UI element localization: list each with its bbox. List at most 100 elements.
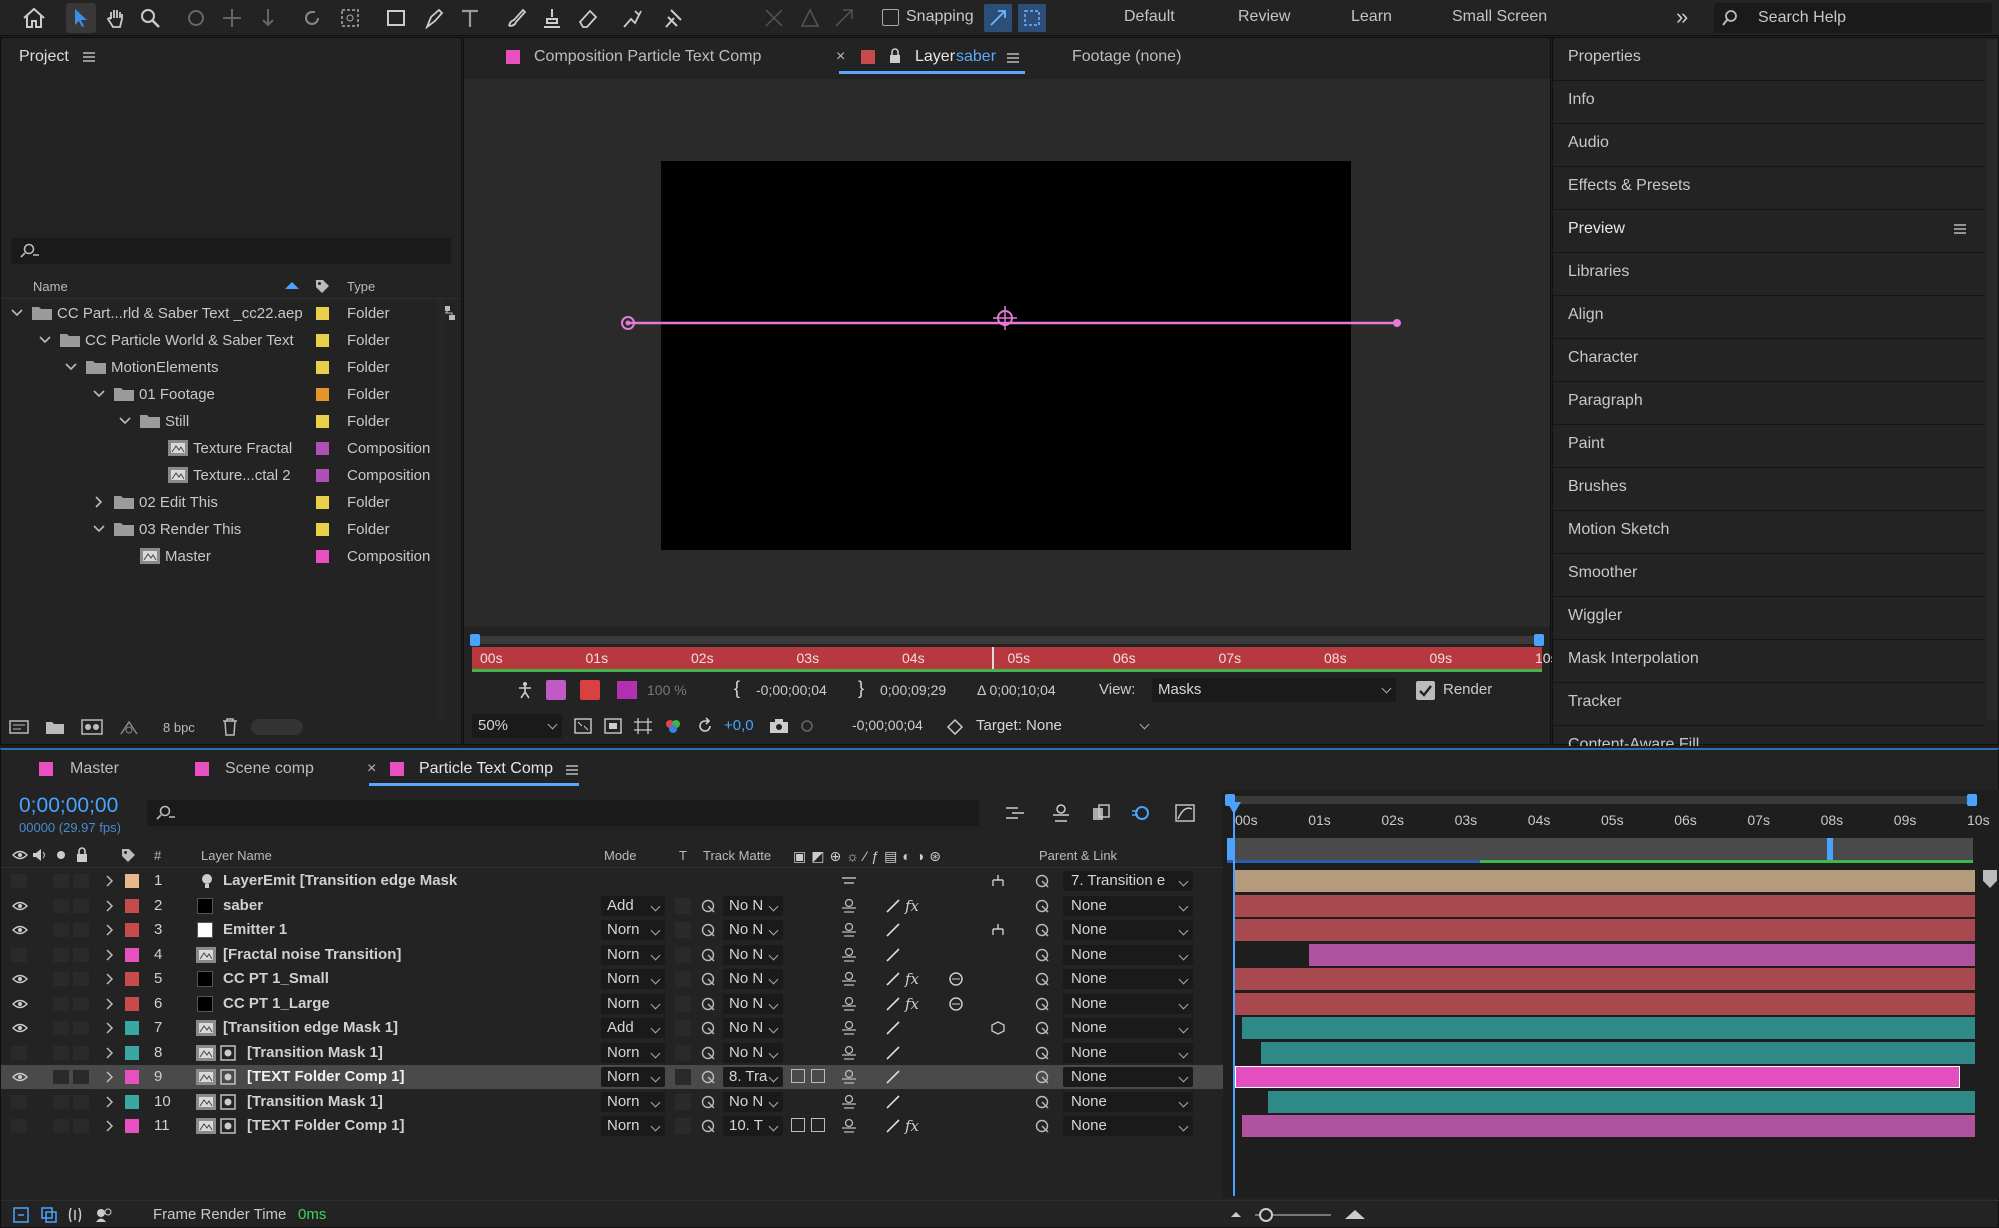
- lock-toggle[interactable]: [73, 874, 89, 888]
- layer-label-color[interactable]: [125, 874, 139, 888]
- viewer-time-navigator[interactable]: [470, 634, 1544, 646]
- project-settings-icon[interactable]: [117, 716, 141, 738]
- shy-switch-icon[interactable]: [839, 1118, 859, 1134]
- eye-icon[interactable]: [11, 971, 29, 987]
- motion-blur-switch-icon[interactable]: [947, 970, 965, 988]
- eye-icon[interactable]: [11, 922, 29, 938]
- layer-name[interactable]: [TEXT Folder Comp 1]: [247, 1068, 405, 1085]
- layer-label-color[interactable]: [125, 1070, 139, 1084]
- grid-guides-icon[interactable]: [632, 716, 654, 736]
- solo-toggle[interactable]: [53, 996, 69, 1011]
- label-color-swatch[interactable]: [316, 469, 329, 482]
- shy-switch-icon[interactable]: [839, 1069, 859, 1085]
- inverted-matte-icon[interactable]: [811, 1118, 825, 1132]
- workspace-learn[interactable]: Learn: [1351, 8, 1392, 26]
- chevron-right-icon[interactable]: [105, 1071, 115, 1083]
- blend-mode-dropdown[interactable]: Add: [601, 895, 665, 916]
- panel-item-tracker[interactable]: Tracker: [1568, 693, 1622, 711]
- audio-speaker-icon[interactable]: [31, 846, 49, 864]
- layer-row[interactable]: 6 CC PT 1_Large Norn No N fx None: [1, 992, 1223, 1016]
- rectangle-tool-icon[interactable]: [382, 4, 410, 32]
- eye-icon[interactable]: [11, 1020, 29, 1036]
- layer-name[interactable]: CC PT 1_Small: [223, 970, 329, 987]
- blend-mode-dropdown[interactable]: Norn: [601, 1091, 665, 1112]
- tab-scene-comp[interactable]: Scene comp: [225, 760, 314, 778]
- comp-flowchart-icon[interactable]: [1003, 802, 1027, 824]
- blend-mode-dropdown[interactable]: Norn: [601, 920, 665, 940]
- parent-dropdown[interactable]: None: [1063, 944, 1193, 965]
- frame-blending-icon[interactable]: [1089, 802, 1113, 824]
- layer-duration-bar[interactable]: [1235, 1066, 1961, 1088]
- shy-switch-icon[interactable]: [839, 1094, 859, 1110]
- shy-switch-icon[interactable]: [839, 898, 859, 914]
- solo-toggle[interactable]: [53, 874, 69, 888]
- project-item[interactable]: Texture...ctal 2 Composition: [1, 462, 441, 489]
- shy-switch-icon[interactable]: [839, 1020, 859, 1036]
- layer-duration-bar[interactable]: [1260, 1041, 1975, 1064]
- composition-tab[interactable]: Composition Particle Text Comp: [534, 48, 761, 66]
- chevron-down-icon[interactable]: [119, 414, 131, 428]
- parent-dropdown[interactable]: None: [1063, 1042, 1193, 1063]
- render-time-toggle-icon[interactable]: [93, 1205, 113, 1225]
- panel-item-align[interactable]: Align: [1568, 306, 1604, 324]
- eraser-tool-icon[interactable]: [574, 4, 602, 32]
- parent-pickwhip-icon[interactable]: [1033, 922, 1051, 938]
- panel-item-effects-presets[interactable]: Effects & Presets: [1568, 177, 1690, 195]
- workspace-small-screen[interactable]: Small Screen: [1452, 8, 1547, 26]
- lock-toggle[interactable]: [73, 1094, 89, 1109]
- layer-name[interactable]: [Fractal noise Transition]: [223, 946, 401, 963]
- label-color-swatch[interactable]: [316, 415, 329, 428]
- layer-duration-bar[interactable]: [1235, 870, 1975, 892]
- lock-toggle[interactable]: [73, 972, 89, 986]
- in-out-toggle-icon[interactable]: [65, 1205, 85, 1225]
- panel-item-audio[interactable]: Audio: [1568, 134, 1609, 152]
- pickwhip-icon[interactable]: [699, 922, 717, 938]
- hand-tool-icon[interactable]: [102, 4, 130, 32]
- panel-item-info[interactable]: Info: [1568, 91, 1595, 109]
- blend-mode-dropdown[interactable]: Norn: [601, 969, 665, 989]
- blend-mode-dropdown[interactable]: Add: [601, 1018, 665, 1038]
- preserve-transparency-toggle[interactable]: [675, 971, 691, 987]
- track-matte-dropdown[interactable]: No N: [723, 1018, 783, 1038]
- lock-icon[interactable]: [73, 846, 91, 864]
- parent-pickwhip-icon[interactable]: [1033, 1094, 1051, 1110]
- preserve-transparency-toggle[interactable]: [675, 1069, 691, 1085]
- effects-fx-icon[interactable]: fx: [905, 970, 919, 988]
- layer-name[interactable]: CC PT 1_Large: [223, 995, 330, 1012]
- track-matte-dropdown[interactable]: 8. Tra: [723, 1067, 783, 1087]
- quality-switch-icon[interactable]: [885, 922, 901, 938]
- dolly-camera-icon[interactable]: [254, 4, 282, 32]
- chevron-right-icon[interactable]: [105, 1095, 115, 1108]
- render-stop-icon[interactable]: [580, 680, 600, 700]
- project-item[interactable]: 02 Edit This Folder: [1, 489, 441, 516]
- footage-tab[interactable]: Footage (none): [1072, 48, 1181, 66]
- shy-switch-icon[interactable]: [839, 1045, 859, 1061]
- layer-switches-toggle-icon[interactable]: [11, 1205, 31, 1225]
- quality-switch-icon[interactable]: [885, 1045, 901, 1061]
- render-checkbox[interactable]: [1416, 681, 1435, 700]
- navigator-end-handle[interactable]: [1967, 794, 1977, 806]
- project-item[interactable]: Still Folder: [1, 408, 441, 435]
- inverted-matte-icon[interactable]: [811, 1069, 825, 1083]
- in-point-time[interactable]: -0;00;00;04: [756, 682, 827, 698]
- eye-toggle-empty[interactable]: [11, 1119, 27, 1133]
- panel-menu-icon[interactable]: [81, 49, 97, 65]
- brush-tool-icon[interactable]: [502, 4, 530, 32]
- panel-item-character[interactable]: Character: [1568, 349, 1638, 367]
- pickwhip-icon[interactable]: [699, 1118, 717, 1134]
- label-tag-icon[interactable]: [313, 277, 331, 295]
- lock-toggle[interactable]: [73, 898, 89, 913]
- alpha-matte-icon[interactable]: [791, 1118, 805, 1132]
- pickwhip-icon[interactable]: [699, 1045, 717, 1061]
- parent-pickwhip-icon[interactable]: [1033, 873, 1051, 889]
- effects-fx-icon[interactable]: fx: [905, 897, 919, 915]
- quality-switch-icon[interactable]: [885, 1094, 901, 1110]
- alpha-matte-icon[interactable]: [791, 1069, 805, 1083]
- puppet-pin-icon[interactable]: [660, 4, 688, 32]
- layer-row[interactable]: 7 [Transition edge Mask 1] Add No N None: [1, 1016, 1223, 1040]
- parent-dropdown[interactable]: None: [1063, 1091, 1193, 1112]
- timeline-time-ruler[interactable]: 00s 01s 02s 03s 04s 05s 06s 07s 08s 09s 10s: [1235, 810, 1990, 836]
- lock-toggle[interactable]: [73, 923, 89, 937]
- navigator-end-handle[interactable]: [1534, 634, 1544, 646]
- 3d-layer-icon[interactable]: [989, 1020, 1007, 1036]
